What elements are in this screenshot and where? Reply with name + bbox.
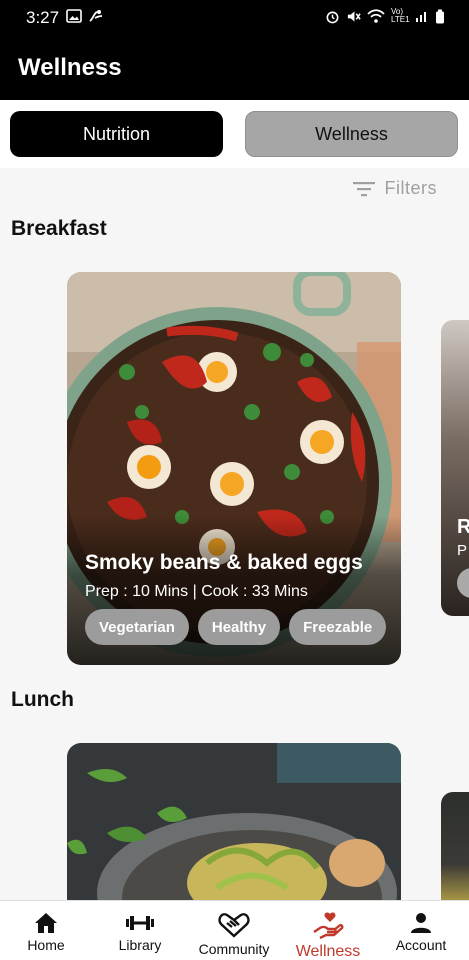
recipe-image (67, 743, 401, 913)
recipe-card[interactable]: Smoky beans & baked eggs Prep : 10 Mins … (67, 272, 401, 665)
recipe-title: Smoky beans & baked eggs (85, 551, 363, 574)
wifi-icon (367, 8, 385, 23)
recipe-card-peek[interactable] (441, 792, 469, 912)
tag-chip[interactable]: Healthy (197, 609, 281, 645)
nav-label: Account (395, 937, 447, 953)
app-bar: Wellness (0, 36, 469, 100)
section-title-breakfast: Breakfast (11, 217, 107, 240)
heart-hand-icon (313, 912, 344, 940)
tag-chip[interactable]: Freezable (289, 609, 387, 645)
page-title: Wellness (18, 54, 122, 81)
nav-label: Home (27, 937, 65, 953)
filters-label: Filters (384, 178, 437, 198)
tab-nutrition[interactable]: Nutrition (10, 111, 223, 157)
section-title-lunch: Lunch (11, 688, 74, 711)
segmented-tabs: Nutrition Wellness (0, 100, 469, 168)
peek-meta: P (457, 542, 468, 559)
mute-icon (347, 10, 361, 22)
nav-library[interactable]: Library (105, 901, 175, 960)
bottom-nav: Home Library Community Wellness Account (0, 900, 469, 960)
status-right-icons: Vo) LTE1 (325, 8, 445, 24)
activity-icon (89, 10, 103, 22)
nav-home[interactable]: Home (16, 901, 76, 960)
alarm-icon (326, 10, 339, 23)
handshake-icon (218, 913, 250, 938)
tab-label: Nutrition (82, 123, 151, 144)
home-icon (35, 913, 57, 933)
recipe-tags: Vegetarian Healthy Freezable (85, 609, 387, 645)
dumbbell-icon (126, 916, 154, 930)
peek-tag (457, 568, 469, 598)
recipe-card[interactable] (67, 743, 401, 913)
peek-title: R (457, 516, 469, 538)
recipe-card-peek[interactable]: R P (441, 320, 469, 616)
image-icon (66, 9, 82, 23)
network-label: Vo) LTE1 (391, 7, 410, 24)
status-left-icons (66, 9, 104, 23)
tab-wellness[interactable]: Wellness (245, 111, 458, 157)
nav-community[interactable]: Community (190, 901, 278, 960)
nav-wellness[interactable]: Wellness (288, 901, 368, 960)
battery-icon (436, 9, 444, 23)
nav-label: Community (198, 941, 270, 957)
nav-label: Wellness (295, 943, 361, 960)
person-icon (411, 913, 431, 933)
recipe-times: Prep : 10 Mins | Cook : 33 Mins (85, 583, 308, 600)
filter-icon (352, 181, 375, 196)
status-time: 3:27 (26, 8, 60, 27)
tab-label: Wellness (315, 123, 388, 144)
signal-icon (416, 12, 426, 22)
tag-chip[interactable]: Vegetarian (85, 609, 189, 645)
status-bar: 3:27 Vo) LTE1 (0, 0, 469, 36)
nav-label: Library (118, 937, 162, 953)
nav-account[interactable]: Account (388, 901, 454, 960)
filters-button[interactable]: Filters (352, 178, 438, 199)
